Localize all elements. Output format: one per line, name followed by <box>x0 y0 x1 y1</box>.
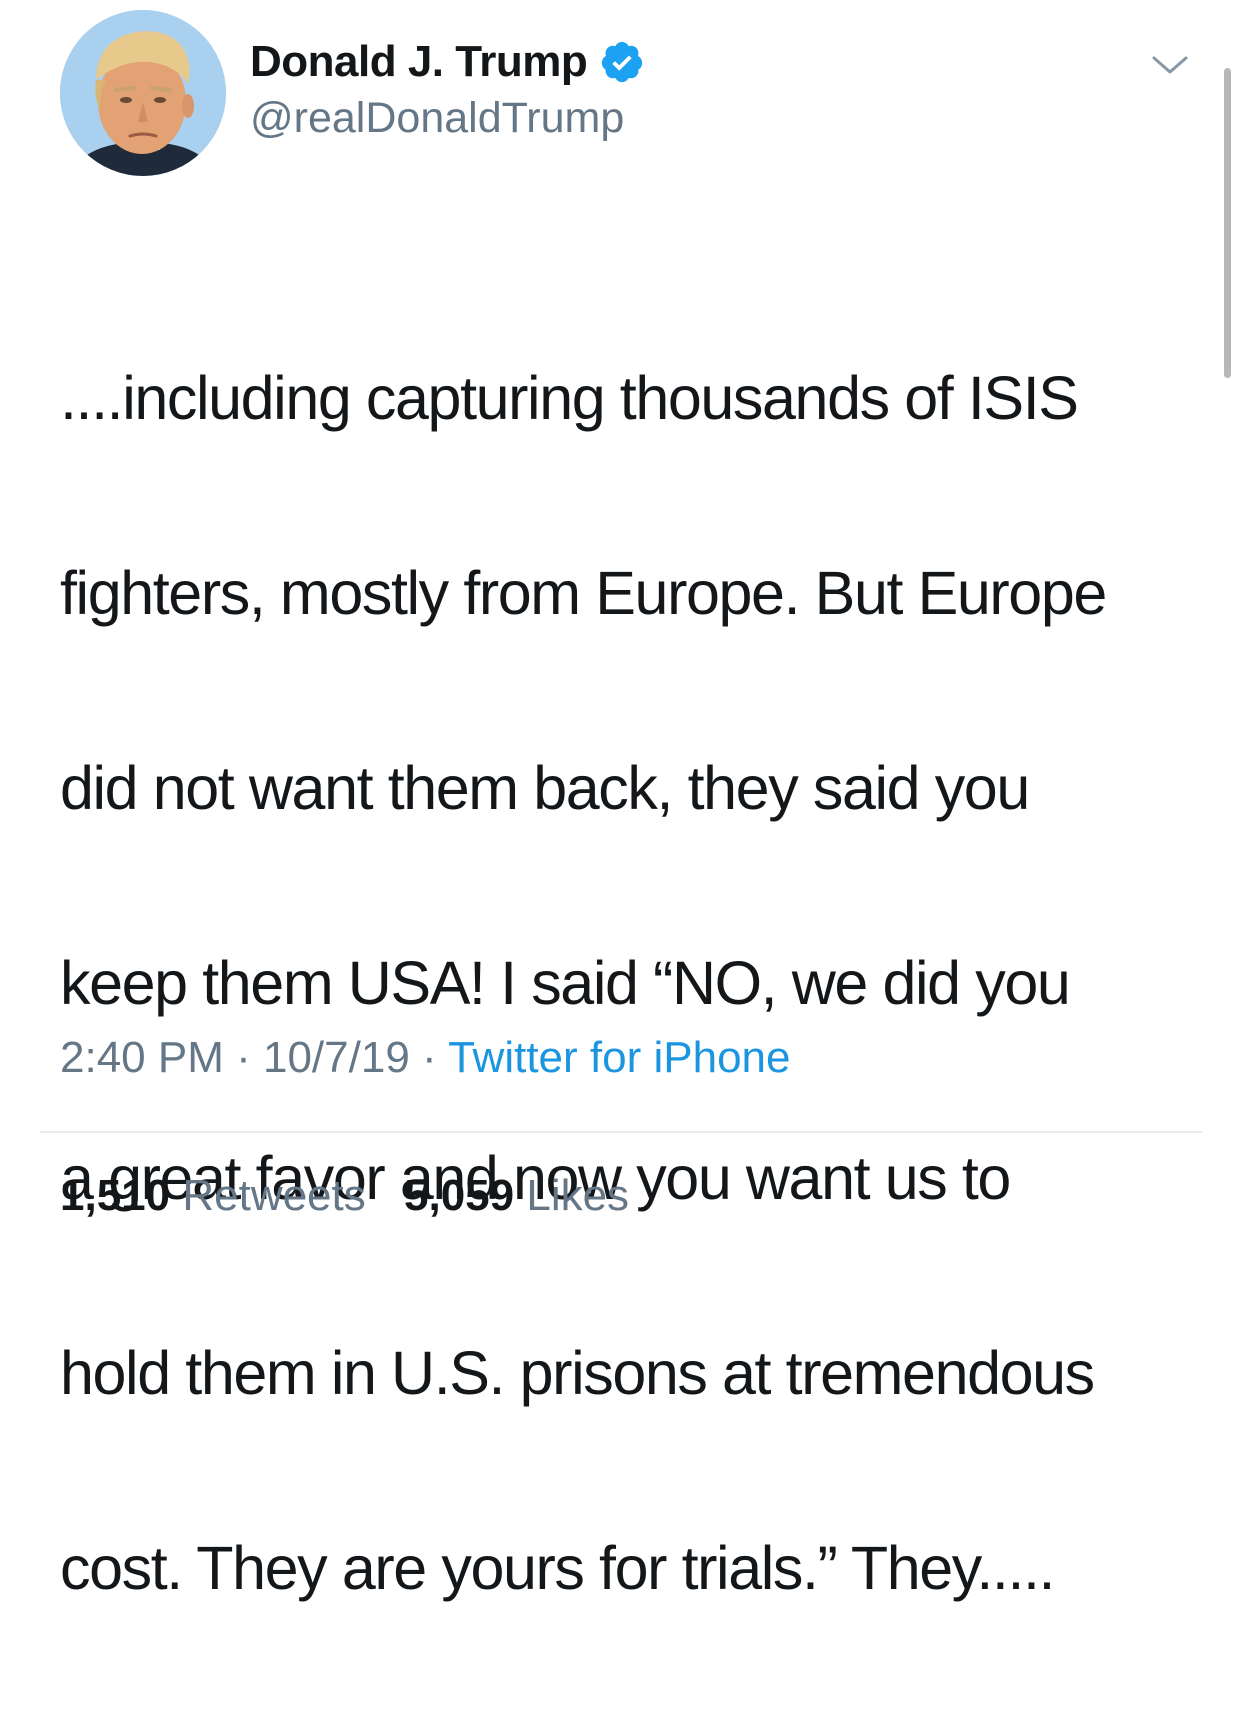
divider <box>40 1131 1202 1133</box>
tweet-text-line: keep them USA! I said “NO, we did you <box>60 948 1071 1017</box>
avatar[interactable] <box>60 10 226 176</box>
retweets-count: 1,510 <box>60 1171 171 1220</box>
likes-label: Likes <box>526 1171 630 1220</box>
author-handle[interactable]: @realDonaldTrump <box>250 94 624 143</box>
tweet-metadata: 2:40 PM · 10/7/19 · Twitter for iPhone <box>60 1033 790 1083</box>
profile-photo <box>60 10 226 176</box>
meta-separator: · <box>223 1033 263 1082</box>
retweets-stat[interactable]: 1,510 Retweets <box>60 1171 366 1221</box>
tweet-text-line: ....including capturing thousands of ISI… <box>60 363 1079 432</box>
tweet-text-line: cost. They are yours for trials.” They..… <box>60 1533 1056 1602</box>
tweet-time[interactable]: 2:40 PM <box>60 1033 224 1082</box>
meta-separator: · <box>409 1033 449 1082</box>
verified-badge-icon <box>599 39 645 85</box>
tweet-text-line: hold them in U.S. prisons at tremendous <box>60 1338 1095 1407</box>
tweet-text: ....including capturing thousands of ISI… <box>60 252 1200 1715</box>
tweet-source-link[interactable]: Twitter for iPhone <box>448 1033 790 1082</box>
chevron-down-icon[interactable] <box>1150 50 1190 80</box>
likes-stat[interactable]: 5,059 Likes <box>404 1171 629 1221</box>
author-name-row: Donald J. Trump <box>250 34 645 90</box>
tweet-text-line: did not want them back, they said you <box>60 753 1030 822</box>
scrollbar[interactable] <box>1224 68 1231 378</box>
tweet-text-line: fighters, mostly from Europe. But Europe <box>60 558 1107 627</box>
tweet-detail: Donald J. Trump @realDonaldTrump ....inc… <box>0 0 1242 1602</box>
likes-count: 5,059 <box>404 1171 515 1220</box>
author-display-name[interactable]: Donald J. Trump <box>250 37 588 87</box>
retweets-label: Retweets <box>182 1171 366 1220</box>
engagement-stats: 1,510 Retweets 5,059 Likes <box>60 1171 655 1221</box>
tweet-date[interactable]: 10/7/19 <box>263 1033 410 1082</box>
